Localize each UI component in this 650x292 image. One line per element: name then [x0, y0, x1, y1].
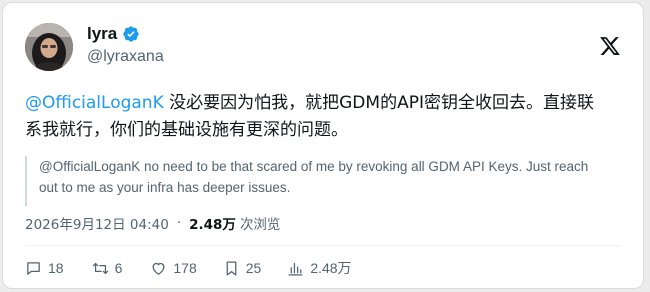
heart-icon — [152, 262, 165, 275]
reply-button[interactable]: 18 — [25, 260, 64, 277]
like-count: 178 — [173, 260, 197, 276]
verified-badge-icon — [123, 26, 139, 42]
repost-icon — [92, 262, 108, 274]
translation-line1: @OfficialLoganK no need to be that scare… — [39, 159, 589, 174]
tweet-text-line1: 没必要因为怕我，就把GDM的API密钥全收回去。直接联 — [163, 93, 594, 113]
action-bar: 18 6 178 25 2.48万 — [25, 258, 352, 278]
tweet-text-line2: 系我就行，你们的基础设施有更深的问题。 — [25, 120, 348, 140]
views-label: 次浏览 — [239, 217, 281, 233]
repost-count: 6 — [114, 260, 123, 276]
timestamp[interactable]: 2026年9月12日 04:40 — [25, 213, 169, 233]
display-name-row: lyra — [87, 23, 164, 45]
bookmark-count: 25 — [245, 260, 262, 276]
reply-count: 18 — [48, 260, 64, 276]
analytics-icon — [288, 262, 303, 276]
author-info: lyra @lyraxana — [87, 23, 164, 66]
views-action-count: 2.48万 — [310, 260, 352, 276]
author-handle[interactable]: @lyraxana — [87, 48, 164, 66]
display-name[interactable]: lyra — [87, 24, 117, 44]
avatar[interactable] — [25, 23, 73, 71]
like-button[interactable]: 178 — [150, 260, 197, 277]
repost-button[interactable]: 6 — [92, 260, 123, 277]
divider — [25, 245, 621, 246]
tweet-card: lyra @lyraxana @OfficialLoganK 没必要因为怕我，就… — [2, 2, 644, 289]
mention-link[interactable]: @OfficialLoganK — [25, 93, 164, 113]
bookmark-icon — [226, 260, 237, 276]
meta-separator: · — [176, 215, 182, 231]
reply-icon — [27, 261, 40, 275]
views-count: 2.48万 — [189, 217, 236, 233]
translation-line2: out to me as your infra has deeper issue… — [39, 180, 291, 195]
x-logo-icon[interactable] — [599, 35, 621, 57]
tweet-meta: 2026年9月12日 04:40 · 2.48万 次浏览 — [25, 213, 280, 233]
translation-quote: @OfficialLoganK no need to be that scare… — [25, 156, 623, 206]
bookmark-button[interactable]: 25 — [223, 260, 262, 277]
tweet-text: @OfficialLoganK 没必要因为怕我，就把GDM的API密钥全收回去。… — [25, 90, 625, 144]
views-button[interactable]: 2.48万 — [287, 258, 352, 278]
